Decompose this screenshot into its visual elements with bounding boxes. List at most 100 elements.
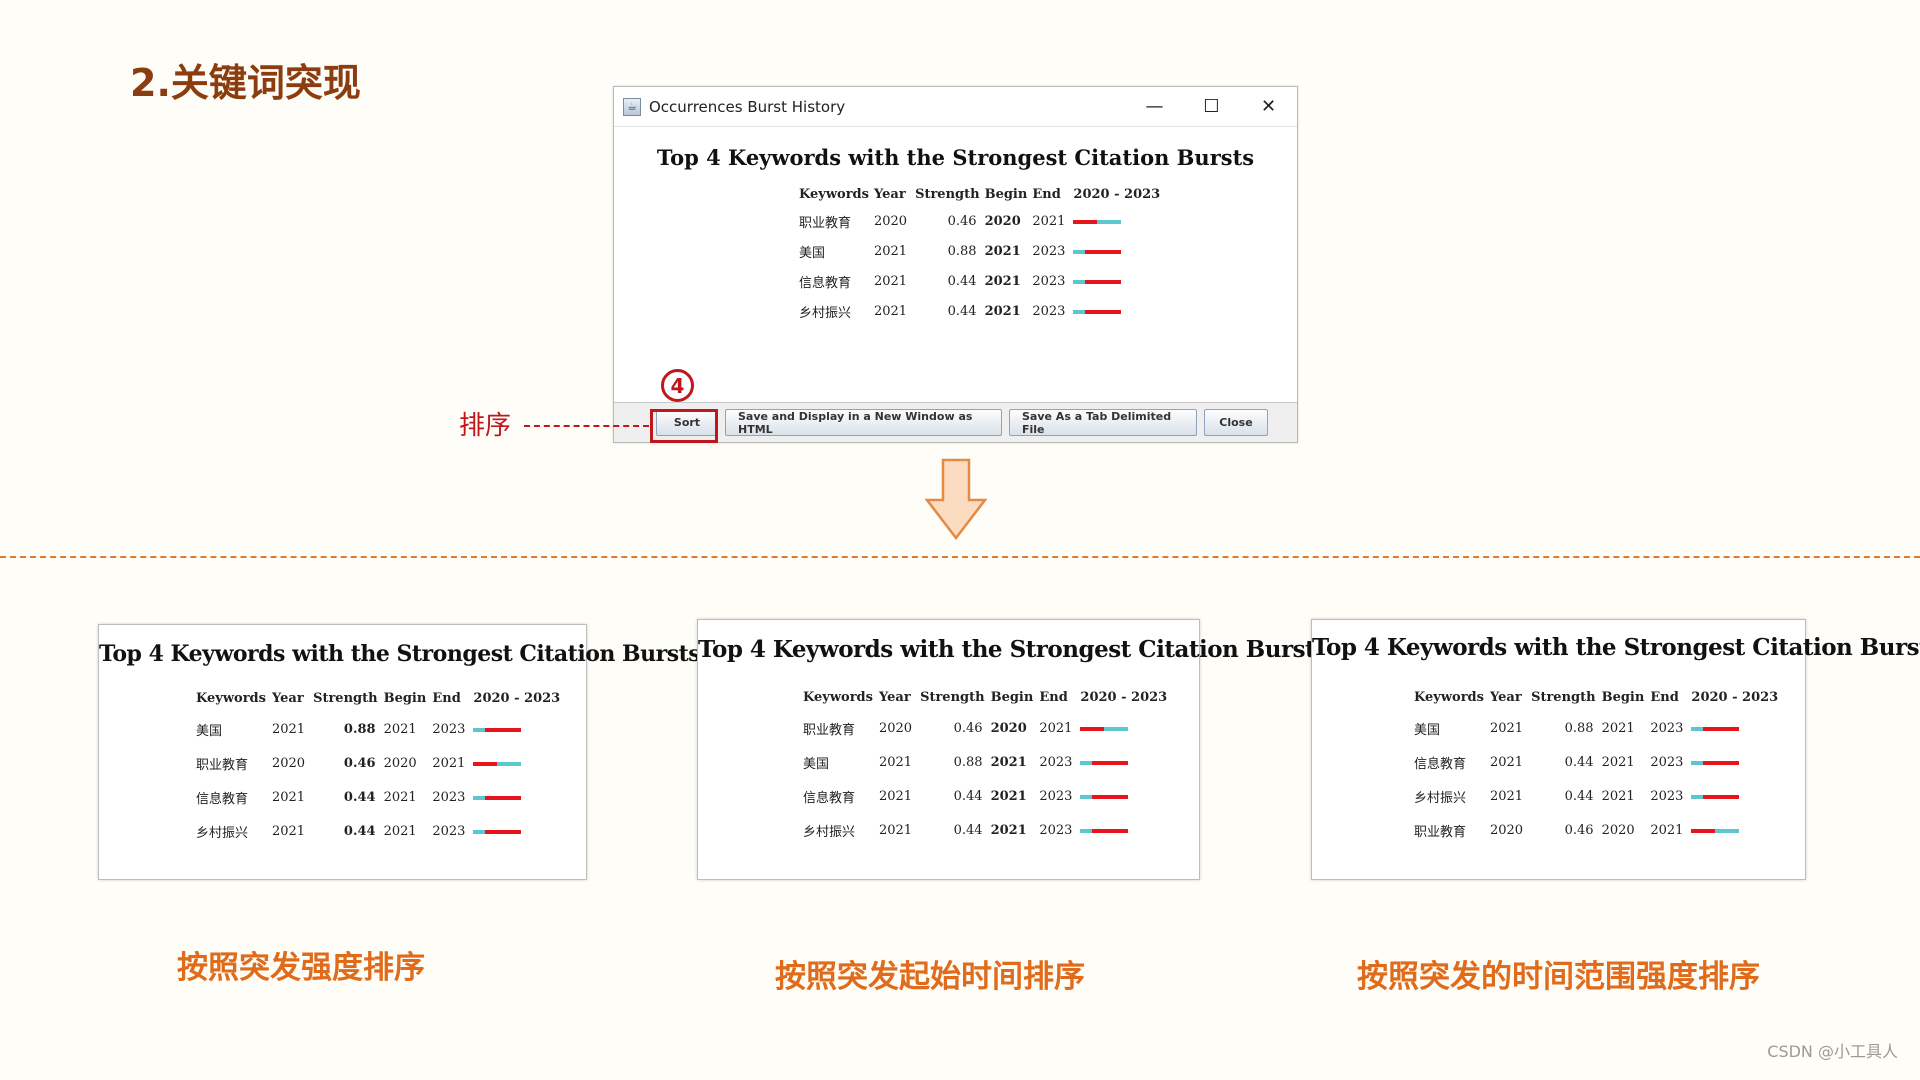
cell-begin: 2021 <box>1601 755 1635 770</box>
burst-segment <box>497 795 510 800</box>
cell-year: 2021 <box>271 722 306 737</box>
burst-segment <box>509 829 522 834</box>
burst-bar <box>1691 794 1740 799</box>
burst-bar-cell <box>473 715 566 749</box>
cell-year: 2021 <box>878 755 913 770</box>
column-header: Begin <box>984 187 1028 202</box>
column-header: 2020 - 2023 <box>1080 690 1168 705</box>
cell-strength: 0.44 <box>953 823 983 838</box>
non-burst-segment <box>1080 828 1093 833</box>
sort-annotation-label: 排序 <box>459 411 512 441</box>
close-button[interactable]: Close <box>1204 409 1268 436</box>
burst-segment <box>1085 219 1098 224</box>
panel-title: Top 4 Keywords with the Strongest Citati… <box>99 641 701 667</box>
burst-bar-cell <box>1691 714 1784 748</box>
burst-segment <box>1727 726 1740 731</box>
cell-begin: 2021 <box>984 244 1021 259</box>
non-burst-segment <box>1073 249 1086 254</box>
table-row: 职业教育 2020 0.46 2020 2021 <box>1414 816 1784 850</box>
burst-segment <box>1097 249 1110 254</box>
burst-segment <box>509 727 522 732</box>
cell-begin: 2021 <box>1601 721 1635 736</box>
non-burst-segment <box>1080 794 1093 799</box>
burst-segment <box>1104 794 1117 799</box>
minimize-icon[interactable]: — <box>1126 87 1183 127</box>
cell-year: 2020 <box>878 721 913 736</box>
cell-year: 2020 <box>873 214 908 229</box>
column-header: Begin <box>383 691 427 706</box>
burst-segment <box>1116 828 1129 833</box>
cell-keyword: 职业教育 <box>196 758 249 773</box>
cell-end: 2023 <box>432 790 466 805</box>
burst-segment <box>1116 794 1129 799</box>
cell-year: 2020 <box>1489 823 1524 838</box>
burst-bar <box>1080 760 1129 765</box>
burst-bar-cell <box>1080 714 1173 748</box>
burst-segment <box>1097 309 1110 314</box>
cell-year: 2021 <box>873 244 908 259</box>
burst-bar <box>1073 279 1122 284</box>
cell-keyword: 职业教育 <box>799 216 852 231</box>
burst-segment <box>1715 726 1728 731</box>
burst-segment <box>497 727 510 732</box>
table-row: 乡村振兴 2021 0.44 2021 2023 <box>1414 782 1784 816</box>
maximize-icon[interactable]: ☐ <box>1183 87 1240 127</box>
table-row: 美国 2021 0.88 2021 2023 <box>799 238 1165 268</box>
close-icon[interactable]: ✕ <box>1240 87 1297 127</box>
burst-segment <box>1085 249 1098 254</box>
burst-segment <box>473 761 486 766</box>
non-burst-segment <box>473 795 486 800</box>
panel-sort-by-duration: Top 4 Keywords with the Strongest Citati… <box>1311 619 1920 880</box>
cell-strength: 0.46 <box>343 756 376 771</box>
cell-strength: 0.44 <box>1564 755 1594 770</box>
column-header: End <box>1650 690 1679 705</box>
cell-begin: 2021 <box>990 789 1027 804</box>
save-html-button[interactable]: Save and Display in a New Window as HTML <box>725 409 1002 436</box>
cell-strength: 0.88 <box>953 755 983 770</box>
cell-end: 2021 <box>1032 214 1066 229</box>
cell-keyword: 美国 <box>196 724 223 739</box>
burst-segment <box>1703 760 1716 765</box>
column-header: 2020 - 2023 <box>1073 187 1161 202</box>
sort-button-highlight <box>650 409 718 443</box>
burst-segment <box>485 795 498 800</box>
cell-year: 2021 <box>878 789 913 804</box>
cell-end: 2023 <box>1650 721 1684 736</box>
window-body: Top 4 Keywords with the Strongest Citati… <box>614 127 1297 403</box>
burst-bar-cell <box>1080 782 1173 816</box>
caption-sort-by-duration: 按照突发的时间范围强度排序 <box>1357 959 1760 995</box>
burst-segment <box>1109 249 1122 254</box>
column-header: End <box>1039 690 1068 705</box>
cell-end: 2023 <box>432 722 466 737</box>
column-header: Strength <box>920 690 985 705</box>
non-burst-segment <box>1691 726 1704 731</box>
column-header: Strength <box>915 187 980 202</box>
cell-begin: 2021 <box>383 790 417 805</box>
cell-end: 2023 <box>1039 789 1073 804</box>
table-row: 职业教育 2020 0.46 2020 2021 <box>799 208 1165 238</box>
save-tab-delimited-button[interactable]: Save As a Tab Delimited File <box>1009 409 1197 436</box>
panel-sort-by-begin: Top 4 Keywords with the Strongest Citati… <box>697 619 1328 880</box>
cell-end: 2023 <box>1039 755 1073 770</box>
non-burst-segment <box>497 761 510 766</box>
cell-year: 2020 <box>271 756 306 771</box>
panel-burst-table: Keywords Year Strength Begin End 2020 - 2023 美… <box>1414 690 1784 850</box>
non-burst-segment <box>1073 279 1086 284</box>
cell-end: 2023 <box>432 824 466 839</box>
java-app-icon: ☕ <box>623 97 641 116</box>
cell-begin: 2021 <box>990 823 1027 838</box>
cell-strength: 0.46 <box>947 214 977 229</box>
cell-end: 2023 <box>1650 755 1684 770</box>
cell-keyword: 乡村振兴 <box>799 306 852 321</box>
burst-bar <box>1691 760 1740 765</box>
burst-segment <box>1109 309 1122 314</box>
burst-segment <box>1715 760 1728 765</box>
cell-keyword: 乡村振兴 <box>803 825 856 840</box>
cell-begin: 2021 <box>990 755 1027 770</box>
column-header: Keywords <box>803 690 873 705</box>
watermark: CSDN @小工具人 <box>1767 1042 1898 1061</box>
non-burst-segment <box>1691 760 1704 765</box>
cell-keyword: 美国 <box>803 757 830 772</box>
cell-end: 2021 <box>1650 823 1684 838</box>
cell-strength: 0.44 <box>1564 789 1594 804</box>
